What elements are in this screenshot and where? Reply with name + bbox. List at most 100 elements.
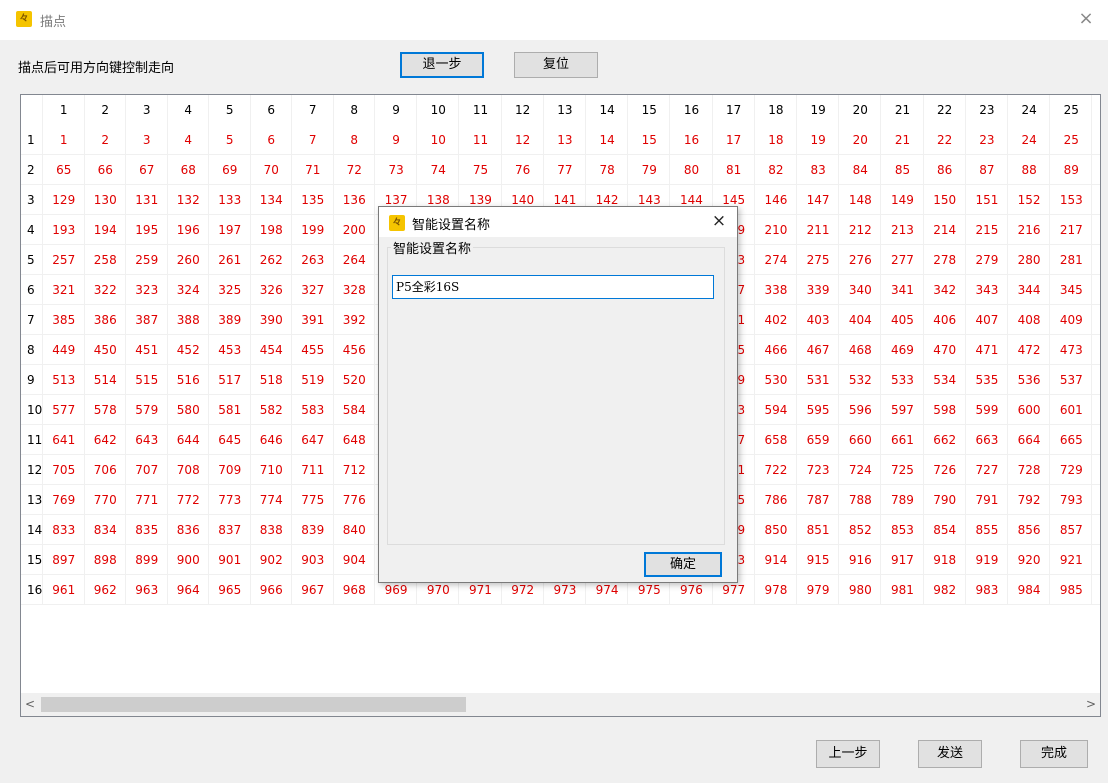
grid-cell[interactable]: 598	[924, 395, 966, 425]
grid-cell[interactable]: 729	[1050, 455, 1092, 485]
grid-cell[interactable]: 277	[881, 245, 923, 275]
grid-cell[interactable]: 76	[502, 155, 544, 185]
grid-cell[interactable]: 200	[334, 215, 376, 245]
grid-cell[interactable]: 724	[839, 455, 881, 485]
grid-cell[interactable]: 853	[881, 515, 923, 545]
grid-cell[interactable]: 534	[924, 365, 966, 395]
ok-button[interactable]: 确定	[644, 552, 722, 577]
grid-cell[interactable]: 72	[334, 155, 376, 185]
grid-cell[interactable]: 80	[670, 155, 712, 185]
grid-cell[interactable]: 211	[797, 215, 839, 245]
grid-cell[interactable]: 81	[713, 155, 755, 185]
grid-cell[interactable]: 602	[1092, 395, 1100, 425]
grid-cell[interactable]: 919	[966, 545, 1008, 575]
grid-cell[interactable]: 15	[628, 125, 670, 155]
grid-cell[interactable]: 10	[417, 125, 459, 155]
grid-cell[interactable]: 74	[417, 155, 459, 185]
grid-cell[interactable]: 403	[797, 305, 839, 335]
grid-cell[interactable]: 326	[251, 275, 293, 305]
grid-cell[interactable]: 12	[502, 125, 544, 155]
grid-cell[interactable]: 198	[251, 215, 293, 245]
grid-cell[interactable]: 343	[966, 275, 1008, 305]
grid-cell[interactable]: 323	[126, 275, 168, 305]
grid-cell[interactable]: 915	[797, 545, 839, 575]
grid-cell[interactable]: 531	[797, 365, 839, 395]
grid-cell[interactable]: 196	[168, 215, 210, 245]
grid-cell[interactable]: 917	[881, 545, 923, 575]
grid-cell[interactable]: 65	[43, 155, 85, 185]
grid-cell[interactable]: 647	[292, 425, 334, 455]
grid-cell[interactable]: 193	[43, 215, 85, 245]
grid-cell[interactable]: 262	[251, 245, 293, 275]
grid-cell[interactable]: 84	[839, 155, 881, 185]
grid-cell[interactable]: 723	[797, 455, 839, 485]
grid-cell[interactable]: 643	[126, 425, 168, 455]
grid-cell[interactable]: 154	[1092, 185, 1100, 215]
grid-cell[interactable]: 773	[209, 485, 251, 515]
grid-cell[interactable]: 471	[966, 335, 1008, 365]
grid-cell[interactable]: 517	[209, 365, 251, 395]
done-button[interactable]: 完成	[1020, 740, 1088, 768]
prev-step-button[interactable]: 上一步	[816, 740, 880, 768]
grid-cell[interactable]: 978	[755, 575, 797, 605]
grid-cell[interactable]: 135	[292, 185, 334, 215]
grid-cell[interactable]: 261	[209, 245, 251, 275]
grid-cell[interactable]: 212	[839, 215, 881, 245]
grid-cell[interactable]: 914	[755, 545, 797, 575]
grid-cell[interactable]: 922	[1092, 545, 1100, 575]
grid-cell[interactable]: 788	[839, 485, 881, 515]
send-button[interactable]: 发送	[918, 740, 982, 768]
grid-cell[interactable]: 88	[1008, 155, 1050, 185]
grid-cell[interactable]: 515	[126, 365, 168, 395]
grid-cell[interactable]: 147	[797, 185, 839, 215]
grid-cell[interactable]: 837	[209, 515, 251, 545]
grid-cell[interactable]: 410	[1092, 305, 1100, 335]
grid-cell[interactable]: 79	[628, 155, 670, 185]
scroll-thumb[interactable]	[41, 697, 466, 712]
grid-cell[interactable]: 214	[924, 215, 966, 245]
grid-cell[interactable]: 389	[209, 305, 251, 335]
grid-cell[interactable]: 149	[881, 185, 923, 215]
grid-cell[interactable]: 263	[292, 245, 334, 275]
grid-cell[interactable]: 533	[881, 365, 923, 395]
grid-cell[interactable]: 390	[251, 305, 293, 335]
undo-button[interactable]: 退一步	[400, 52, 484, 78]
grid-cell[interactable]: 581	[209, 395, 251, 425]
grid-cell[interactable]: 14	[586, 125, 628, 155]
grid-cell[interactable]: 213	[881, 215, 923, 245]
grid-cell[interactable]: 769	[43, 485, 85, 515]
grid-cell[interactable]: 979	[797, 575, 839, 605]
grid-cell[interactable]: 210	[755, 215, 797, 245]
grid-cell[interactable]: 706	[85, 455, 127, 485]
grid-cell[interactable]: 278	[924, 245, 966, 275]
grid-cell[interactable]: 69	[209, 155, 251, 185]
grid-cell[interactable]: 148	[839, 185, 881, 215]
grid-cell[interactable]: 707	[126, 455, 168, 485]
grid-cell[interactable]: 387	[126, 305, 168, 335]
close-icon[interactable]: ×	[1074, 7, 1098, 31]
grid-cell[interactable]: 983	[966, 575, 1008, 605]
grid-cell[interactable]: 20	[839, 125, 881, 155]
grid-cell[interactable]: 967	[292, 575, 334, 605]
grid-cell[interactable]: 580	[168, 395, 210, 425]
grid-cell[interactable]: 260	[168, 245, 210, 275]
grid-cell[interactable]: 645	[209, 425, 251, 455]
grid-cell[interactable]: 642	[85, 425, 127, 455]
grid-cell[interactable]: 850	[755, 515, 797, 545]
grid-cell[interactable]: 9	[375, 125, 417, 155]
grid-cell[interactable]: 980	[839, 575, 881, 605]
grid-cell[interactable]: 153	[1050, 185, 1092, 215]
grid-cell[interactable]: 467	[797, 335, 839, 365]
grid-cell[interactable]: 3	[126, 125, 168, 155]
grid-cell[interactable]: 452	[168, 335, 210, 365]
grid-cell[interactable]: 197	[209, 215, 251, 245]
grid-cell[interactable]: 897	[43, 545, 85, 575]
grid-cell[interactable]: 77	[544, 155, 586, 185]
grid-cell[interactable]: 903	[292, 545, 334, 575]
grid-cell[interactable]: 840	[334, 515, 376, 545]
grid-cell[interactable]: 136	[334, 185, 376, 215]
grid-cell[interactable]: 71	[292, 155, 334, 185]
reset-button[interactable]: 复位	[514, 52, 598, 78]
grid-cell[interactable]: 964	[168, 575, 210, 605]
grid-cell[interactable]: 536	[1008, 365, 1050, 395]
